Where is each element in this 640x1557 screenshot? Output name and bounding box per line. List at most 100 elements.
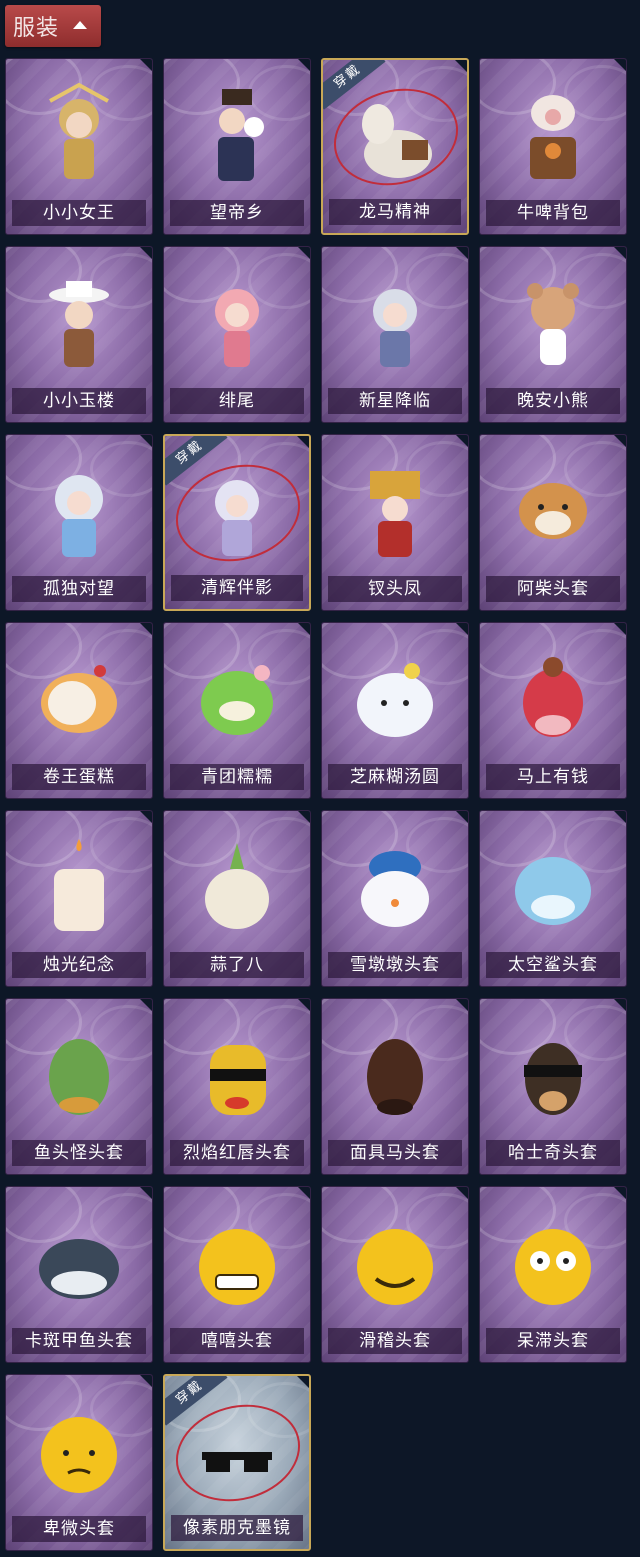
shark-head-icon	[504, 833, 602, 945]
card-corner-notch	[140, 623, 152, 635]
card-corner-notch	[456, 999, 468, 1011]
silver-hair-figure-icon	[346, 269, 444, 381]
card-corner-notch	[456, 811, 468, 823]
costume-name: 小小玉楼	[12, 388, 146, 414]
costume-name: 滑稽头套	[328, 1328, 462, 1354]
costume-name: 牛啤背包	[486, 200, 620, 226]
costume-card[interactable]: 芝麻糊汤圆	[321, 622, 469, 799]
chevron-up-icon[interactable]	[73, 21, 88, 29]
candle-icon	[30, 833, 128, 945]
costume-name: 烛光纪念	[12, 952, 146, 978]
costume-card[interactable]: 嘻嘻头套	[163, 1186, 311, 1363]
costume-card[interactable]: 鱼头怪头套	[5, 998, 153, 1175]
costume-card[interactable]: 滑稽头套	[321, 1186, 469, 1363]
snowman-icon	[346, 833, 444, 945]
section-title: 服装	[13, 16, 60, 41]
costume-card[interactable]: 烈焰红唇头套	[163, 998, 311, 1175]
costume-card[interactable]: 绯尾	[163, 246, 311, 423]
grin-emoji-icon	[188, 1209, 286, 1321]
smirk-emoji-icon	[346, 1209, 444, 1321]
costume-card[interactable]: 晚安小熊	[479, 246, 627, 423]
card-corner-notch	[298, 247, 310, 259]
costume-card[interactable]: 雪墩墩头套	[321, 810, 469, 987]
card-corner-notch	[456, 435, 468, 447]
costume-card[interactable]: 太空鲨头套	[479, 810, 627, 987]
costume-name: 阿柴头套	[486, 576, 620, 602]
costume-card[interactable]: 卷王蛋糕	[5, 622, 153, 799]
costume-card[interactable]: 穿戴 像素朋克墨镜	[163, 1374, 311, 1551]
costume-name: 新星降临	[328, 388, 462, 414]
costume-name: 孤独对望	[12, 576, 146, 602]
shiba-head-icon	[504, 457, 602, 569]
costume-card[interactable]: 小小玉楼	[5, 246, 153, 423]
roll-cake-icon	[30, 645, 128, 757]
costume-card[interactable]: 新星降临	[321, 246, 469, 423]
costume-card[interactable]: 牛啤背包	[479, 58, 627, 235]
card-corner-notch	[140, 1375, 152, 1387]
costume-card[interactable]: 哈士奇头套	[479, 998, 627, 1175]
card-corner-notch	[140, 247, 152, 259]
costume-card[interactable]: 望帝乡	[163, 58, 311, 235]
card-corner-notch	[140, 59, 152, 71]
horse-mask-icon	[346, 1021, 444, 1133]
costume-card[interactable]: 面具马头套	[321, 998, 469, 1175]
costume-card[interactable]: 马上有钱	[479, 622, 627, 799]
card-corner-notch	[297, 1376, 309, 1388]
teddy-bear-icon	[504, 269, 602, 381]
card-corner-notch	[140, 811, 152, 823]
cow-barrel-icon	[504, 81, 602, 193]
costume-name: 卑微头套	[12, 1516, 146, 1542]
green-dumpling-icon	[188, 645, 286, 757]
costume-name: 像素朋克墨镜	[171, 1515, 303, 1541]
yellow-mask-icon	[188, 1021, 286, 1133]
card-corner-notch	[614, 1187, 626, 1199]
costume-card[interactable]: 钗头凤	[321, 434, 469, 611]
fish-head-icon	[30, 1021, 128, 1133]
card-corner-notch	[614, 623, 626, 635]
card-corner-notch	[298, 811, 310, 823]
card-corner-notch	[298, 59, 310, 71]
costume-name: 望帝乡	[170, 200, 304, 226]
costume-name: 卷王蛋糕	[12, 764, 146, 790]
costume-card[interactable]: 穿戴 清辉伴影	[163, 434, 311, 611]
card-corner-notch	[456, 247, 468, 259]
queen-figure-icon	[30, 81, 128, 193]
costume-name: 卡斑甲鱼头套	[12, 1328, 146, 1354]
costume-card[interactable]: 卡斑甲鱼头套	[5, 1186, 153, 1363]
costume-card[interactable]: 卑微头套	[5, 1374, 153, 1551]
costume-name: 晚安小熊	[486, 388, 620, 414]
emperor-figure-icon	[188, 81, 286, 193]
card-corner-notch	[140, 1187, 152, 1199]
fox-girl-figure-icon	[188, 269, 286, 381]
blue-figure-icon	[30, 457, 128, 569]
card-corner-notch	[140, 999, 152, 1011]
card-corner-notch	[297, 436, 309, 448]
costume-name: 蒜了八	[170, 952, 304, 978]
costume-name: 呆滞头套	[486, 1328, 620, 1354]
costume-name: 面具马头套	[328, 1140, 462, 1166]
card-corner-notch	[614, 999, 626, 1011]
costume-name: 绯尾	[170, 388, 304, 414]
costume-card[interactable]: 蒜了八	[163, 810, 311, 987]
card-corner-notch	[455, 60, 467, 72]
white-dragon-figure-icon	[188, 458, 286, 570]
costume-name: 清辉伴影	[171, 575, 303, 601]
garlic-icon	[188, 833, 286, 945]
costume-card[interactable]: 小小女王	[5, 58, 153, 235]
costume-card[interactable]: 孤独对望	[5, 434, 153, 611]
costume-card[interactable]: 烛光纪念	[5, 810, 153, 987]
costume-card[interactable]: 阿柴头套	[479, 434, 627, 611]
card-corner-notch	[298, 623, 310, 635]
costume-card[interactable]: 青团糯糯	[163, 622, 311, 799]
costume-name: 龙马精神	[329, 199, 461, 225]
card-corner-notch	[298, 999, 310, 1011]
costume-section-header[interactable]: 服装	[5, 5, 101, 47]
card-corner-notch	[614, 811, 626, 823]
costume-card[interactable]: 呆滞头套	[479, 1186, 627, 1363]
card-corner-notch	[614, 59, 626, 71]
costume-name: 青团糯糯	[170, 764, 304, 790]
plush-horse-icon	[346, 82, 444, 194]
pixel-sunglasses-icon	[188, 1398, 286, 1510]
costume-card[interactable]: 穿戴 龙马精神	[321, 58, 469, 235]
stare-emoji-icon	[504, 1209, 602, 1321]
